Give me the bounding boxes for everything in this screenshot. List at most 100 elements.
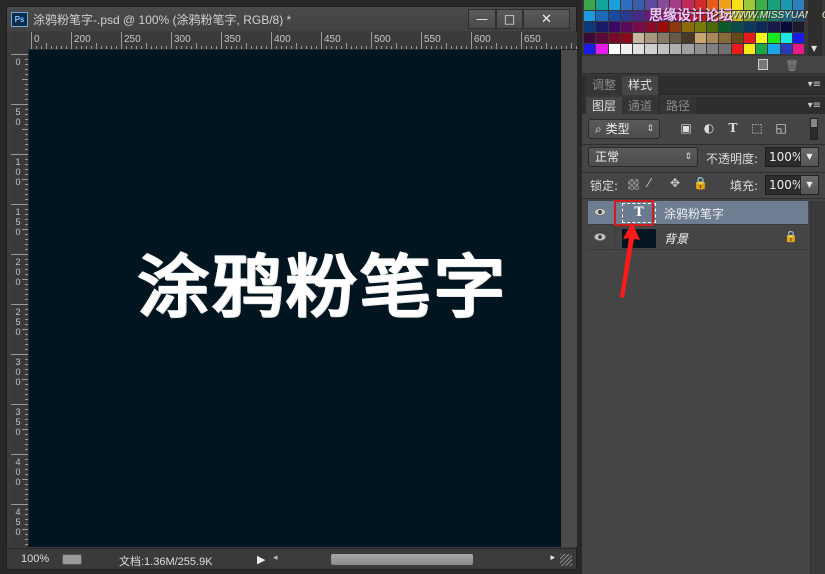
panel-menu-icon[interactable]: ▾≡ (808, 79, 821, 90)
close-button[interactable]: ✕ (523, 9, 570, 29)
color-swatch[interactable] (657, 33, 671, 44)
vertical-ruler[interactable]: 0 50 100 150 200 250 300 350 400 450 (11, 50, 29, 547)
canvas[interactable]: 涂鸦粉笔字 (29, 50, 561, 547)
color-swatch[interactable] (731, 44, 744, 55)
color-swatch[interactable] (633, 22, 646, 33)
visibility-eye-icon[interactable] (594, 208, 606, 216)
shape-filter-icon[interactable]: ⬚ (750, 121, 764, 135)
maximize-button[interactable]: □ (496, 9, 523, 29)
ruler-origin[interactable] (11, 32, 29, 50)
color-swatch[interactable] (694, 44, 707, 55)
color-swatch[interactable] (584, 44, 597, 55)
scroll-right-icon[interactable]: ▸ (550, 553, 555, 563)
color-swatch[interactable] (645, 44, 658, 55)
horizontal-scrollbar[interactable]: ◂ ▸ (269, 552, 559, 567)
lock-transparency-icon[interactable] (628, 179, 639, 190)
trash-icon[interactable]: 🗑 (785, 59, 799, 72)
fill-dropdown-button[interactable]: ▼ (800, 175, 819, 195)
color-swatch[interactable] (584, 0, 597, 11)
color-swatch[interactable] (608, 33, 621, 44)
visibility-eye-icon[interactable] (594, 233, 606, 241)
color-swatch[interactable] (584, 33, 597, 44)
color-swatch[interactable] (719, 44, 732, 55)
color-swatch[interactable] (706, 44, 720, 55)
opacity-input[interactable]: 100% (765, 147, 803, 167)
horizontal-ruler[interactable]: 0 200 250 300 350 400 450 500 550 600 650 (29, 32, 577, 50)
zoom-level[interactable]: 100% (21, 553, 49, 565)
color-swatch[interactable] (793, 44, 806, 55)
color-swatch[interactable] (780, 33, 794, 44)
color-swatch[interactable] (670, 44, 683, 55)
color-swatch[interactable] (620, 0, 634, 11)
color-swatch[interactable] (596, 0, 609, 11)
type-filter-icon[interactable]: T (726, 121, 740, 135)
layer-name[interactable]: 背景 (664, 230, 688, 247)
color-swatch[interactable] (731, 22, 744, 33)
color-swatch[interactable] (743, 22, 757, 33)
color-swatch[interactable] (682, 33, 695, 44)
color-swatch[interactable] (645, 33, 658, 44)
color-swatch[interactable] (620, 22, 634, 33)
color-swatch[interactable] (608, 22, 621, 33)
vertical-scrollbar[interactable] (561, 50, 577, 547)
color-swatch[interactable] (743, 44, 757, 55)
lock-all-icon[interactable]: 🔒 (693, 176, 708, 190)
color-swatch[interactable] (620, 44, 634, 55)
color-swatch[interactable] (620, 33, 634, 44)
status-menu-arrow-icon[interactable]: ▶ (257, 553, 265, 566)
color-swatch[interactable] (608, 0, 621, 11)
color-swatch[interactable] (793, 22, 806, 33)
color-swatch[interactable] (756, 44, 769, 55)
canvas-text-layer[interactable]: 涂鸦粉笔字 (137, 231, 507, 331)
lock-position-move-icon[interactable]: ✥ (670, 176, 680, 190)
color-swatch[interactable] (633, 44, 646, 55)
scroll-down-icon[interactable]: ▼ (811, 44, 817, 53)
color-swatch[interactable] (596, 44, 609, 55)
color-swatch[interactable] (780, 44, 794, 55)
status-info-icon[interactable] (62, 554, 82, 565)
smart-object-filter-icon[interactable]: ◱ (774, 121, 788, 135)
resize-grip-icon[interactable] (560, 554, 572, 566)
new-swatch-icon[interactable] (758, 59, 768, 70)
color-swatch[interactable] (608, 11, 621, 22)
adjustment-filter-icon[interactable]: ◐ (702, 121, 716, 135)
color-swatch[interactable] (793, 33, 806, 44)
fill-input[interactable]: 100% (765, 175, 803, 195)
filter-toggle-switch[interactable] (810, 118, 818, 140)
tab-adjustments[interactable]: 调整 (586, 76, 623, 95)
color-swatch[interactable] (756, 22, 769, 33)
filter-kind-select[interactable]: ⌕ 类型 ⇕ (588, 119, 660, 139)
image-filter-icon[interactable]: ▣ (679, 121, 693, 135)
color-swatch[interactable] (731, 33, 744, 44)
color-swatch[interactable] (620, 11, 634, 22)
color-swatch[interactable] (596, 33, 609, 44)
horizontal-scroll-thumb[interactable] (331, 554, 473, 565)
blend-mode-select[interactable]: 正常 ⇕ (588, 147, 698, 167)
color-swatch[interactable] (719, 33, 732, 44)
tab-styles[interactable]: 样式 (622, 76, 659, 95)
lock-pixels-brush-icon[interactable]: ⁄ (648, 176, 650, 190)
color-swatch[interactable] (633, 0, 646, 11)
minimize-button[interactable]: — (468, 9, 496, 29)
scroll-left-icon[interactable]: ◂ (273, 553, 278, 563)
document-title-bar[interactable]: Ps 涂鸦粉笔字-.psd @ 100% (涂鸦粉笔字, RGB/8) * — … (7, 7, 576, 31)
color-swatch[interactable] (633, 11, 646, 22)
color-swatch[interactable] (670, 33, 683, 44)
panel-menu-icon[interactable]: ▾≡ (808, 100, 821, 111)
opacity-dropdown-button[interactable]: ▼ (800, 147, 819, 167)
color-swatch[interactable] (596, 22, 609, 33)
color-swatch[interactable] (596, 11, 609, 22)
color-swatch[interactable] (584, 22, 597, 33)
layers-scrollbar[interactable] (810, 201, 825, 574)
color-swatch[interactable] (633, 33, 646, 44)
color-swatch[interactable] (780, 22, 794, 33)
color-swatch[interactable] (584, 11, 597, 22)
color-swatch[interactable] (608, 44, 621, 55)
color-swatch[interactable] (682, 44, 695, 55)
color-swatch[interactable] (768, 33, 781, 44)
color-swatch[interactable] (694, 33, 707, 44)
color-swatch[interactable] (657, 44, 671, 55)
color-swatch[interactable] (768, 22, 781, 33)
color-swatch[interactable] (743, 33, 757, 44)
color-swatch[interactable] (706, 33, 720, 44)
